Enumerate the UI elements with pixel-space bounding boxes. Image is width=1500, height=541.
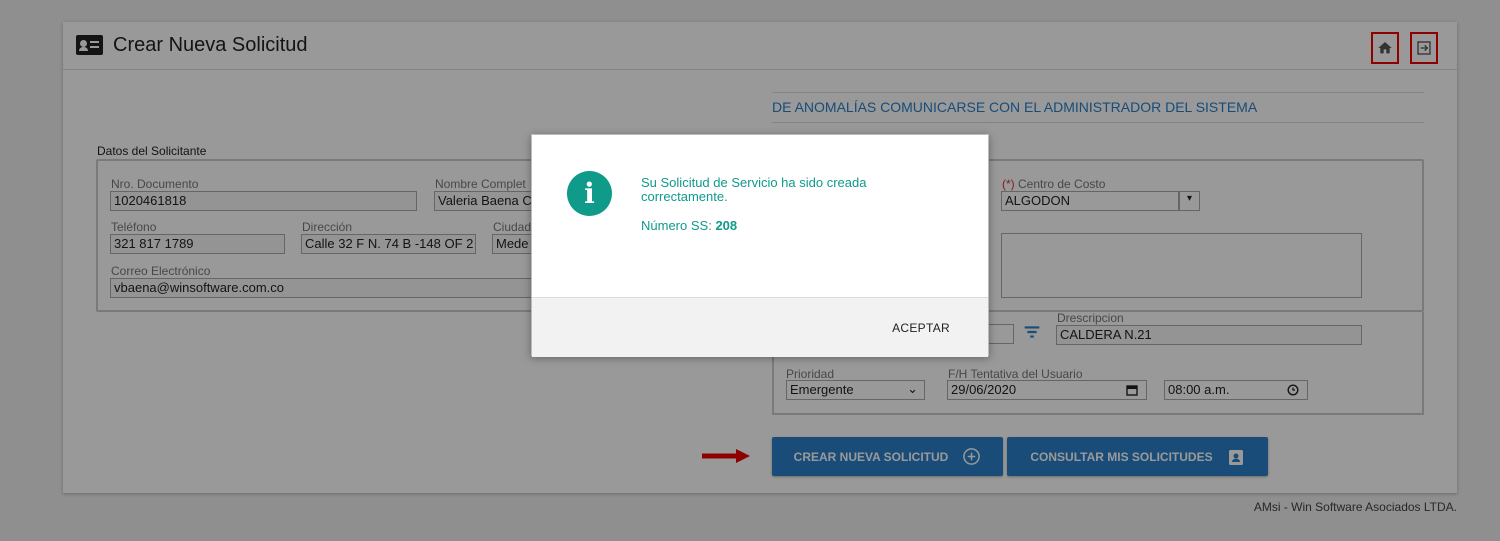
success-dialog: i Su Solicitud de Servicio ha sido cread… <box>531 134 989 357</box>
dialog-body: i Su Solicitud de Servicio ha sido cread… <box>532 135 988 297</box>
ss-number-line: Número SS: 208 <box>641 218 737 233</box>
dialog-footer: ACEPTAR <box>532 297 988 357</box>
aceptar-button[interactable]: ACEPTAR <box>892 321 950 335</box>
dialog-message: Su Solicitud de Servicio ha sido creada … <box>641 175 867 204</box>
ss-number-value: 208 <box>715 218 738 233</box>
info-icon: i <box>567 171 612 216</box>
ss-number-label: Número SS: <box>641 218 712 233</box>
